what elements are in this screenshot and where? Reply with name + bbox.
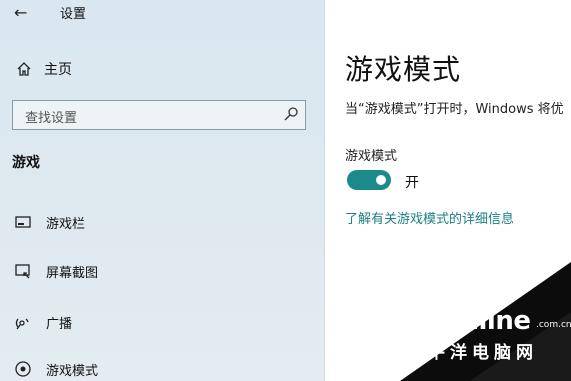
sidebar-item-label: 游戏模式 (46, 363, 99, 379)
game-mode-icon (15, 361, 31, 377)
toggle-knob (376, 175, 386, 185)
sidebar-item-screenshot[interactable]: 屏幕截图 (14, 260, 98, 282)
watermark-cn-name: 太平洋电脑网 (406, 343, 538, 363)
sidebar-item-label: 游戏栏 (46, 216, 86, 232)
toggle-state-label: 开 (405, 175, 419, 191)
sidebar-item-broadcast[interactable]: 广播 (14, 311, 72, 333)
nav-home[interactable]: 主页 (16, 58, 72, 80)
search-placeholder: 查找设置 (25, 111, 78, 126)
sidebar-item-game-mode[interactable]: 游戏模式 (14, 358, 98, 380)
description-text: 当“游戏模式”打开时，Windows 将优 (345, 102, 564, 117)
section-title: 游戏 (12, 155, 40, 171)
sidebar: ← 设置 主页 查找设置 游戏 游戏栏 屏幕截图 广播 游戏模式 (0, 0, 325, 381)
game-mode-setting-label: 游戏模式 (345, 149, 398, 164)
watermark-domain: .com.cn (536, 320, 571, 330)
back-arrow-icon[interactable]: ← (14, 3, 27, 22)
sidebar-item-label: 广播 (46, 316, 73, 332)
page-title: 游戏模式 (345, 53, 462, 86)
search-input[interactable]: 查找设置 (12, 100, 306, 130)
search-icon[interactable] (283, 106, 299, 122)
screenshot-icon (15, 264, 30, 279)
broadcast-icon (15, 318, 29, 330)
watermark-brand: PConline (406, 306, 531, 336)
learn-more-link[interactable]: 了解有关游戏模式的详细信息 (345, 208, 514, 227)
game-mode-toggle[interactable] (347, 170, 391, 190)
title-bar: ← 设置 (0, 0, 325, 24)
nav-home-label: 主页 (44, 62, 72, 78)
home-icon (17, 62, 31, 76)
sidebar-item-game-bar[interactable]: 游戏栏 (14, 211, 85, 233)
sidebar-item-label: 屏幕截图 (46, 265, 99, 281)
game-bar-icon (15, 216, 31, 228)
window-title: 设置 (60, 7, 87, 22)
